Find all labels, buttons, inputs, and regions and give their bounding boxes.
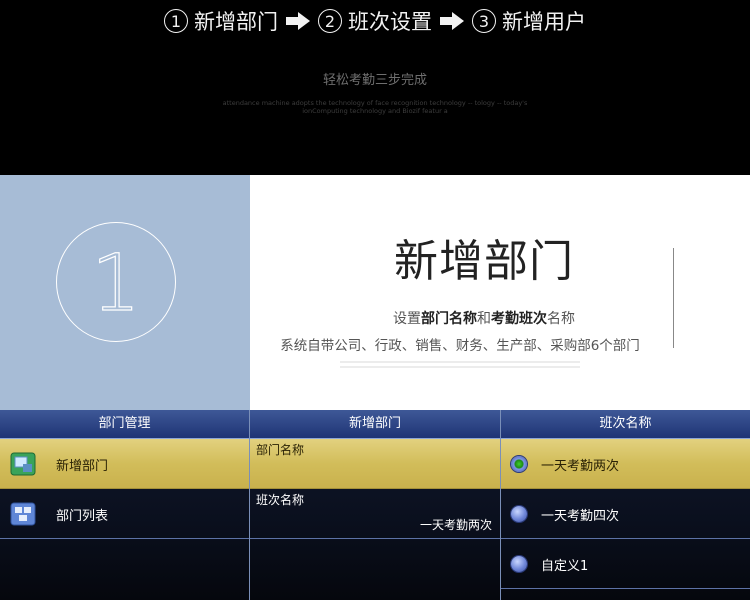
shift-name-panel: 班次名称 一天考勤两次 一天考勤四次 自定义1	[501, 410, 750, 600]
hero-divider	[673, 248, 674, 348]
department-name-field[interactable]: 部门名称	[250, 439, 500, 489]
add-department-panel: 新增部门 部门名称 班次名称 一天考勤两次	[250, 410, 501, 600]
steps-flow: 1 新增部门 2 班次设置 3 新增用户	[0, 6, 750, 36]
radio-selected-icon	[511, 456, 527, 472]
hero-desc-dept-name: 部门名称	[421, 311, 477, 327]
empty-row	[0, 539, 249, 589]
menu-item-label: 部门列表	[56, 509, 109, 524]
menu-item-label: 新增部门	[56, 459, 109, 474]
menu-item-department-list[interactable]: 部门列表	[0, 489, 249, 539]
hero-desc-mid: 和	[477, 311, 491, 327]
menu-item-add-department[interactable]: 新增部门	[0, 439, 249, 489]
department-management-panel: 部门管理 新增部门 部门列表	[0, 410, 250, 600]
shift-option-four-times-daily[interactable]: 一天考勤四次	[501, 489, 750, 539]
step-1: 1 新增部门	[164, 6, 278, 36]
step-number-text: 1	[91, 239, 141, 329]
step-2: 2 班次设置	[318, 6, 432, 36]
hero-text-block: 新增部门 设置部门名称和考勤班次名称 系统自带公司、行政、销售、财务、生产部、采…	[250, 175, 750, 410]
step-3: 3 新增用户	[472, 6, 586, 36]
top-banner: 1 新增部门 2 班次设置 3 新增用户 轻松考勤三步完成 attendance…	[0, 0, 750, 175]
arrow-right-icon	[440, 12, 464, 30]
step-1-number: 1	[164, 9, 188, 33]
add-department-title: 新增部门	[250, 410, 500, 439]
shift-option-label: 自定义1	[541, 559, 589, 574]
empty-row	[250, 539, 500, 589]
hero-desc-post: 名称	[547, 311, 575, 327]
step-2-number: 2	[318, 9, 342, 33]
department-list-icon	[10, 502, 36, 526]
shift-option-twice-daily[interactable]: 一天考勤两次	[501, 439, 750, 489]
step-3-label: 新增用户	[502, 10, 586, 34]
shift-option-custom-1[interactable]: 自定义1	[501, 539, 750, 589]
hero-number-block: 1	[0, 175, 250, 410]
banner-english-line-1: attendance machine adopts the technology…	[222, 99, 528, 107]
hero-description: 设置部门名称和考勤班次名称	[250, 308, 718, 328]
hero-title: 新增部门	[394, 236, 574, 287]
shift-name-value: 一天考勤两次	[419, 518, 492, 532]
radio-unselected-icon	[511, 556, 527, 572]
department-name-label: 部门名称	[256, 443, 305, 457]
step-2-label: 班次设置	[348, 10, 432, 34]
shift-option-label: 一天考勤两次	[541, 459, 620, 474]
hero-faint-text	[340, 361, 580, 373]
banner-english-text: attendance machine adopts the technology…	[0, 99, 750, 115]
hero-desc-pre: 设置	[393, 311, 421, 327]
radio-unselected-icon	[511, 506, 527, 522]
shift-option-label: 一天考勤四次	[541, 509, 620, 524]
banner-english-line-2: ionComputing technology and Biozif featu…	[302, 107, 448, 115]
shift-name-title: 班次名称	[501, 410, 750, 439]
step-1-label: 新增部门	[194, 10, 278, 34]
arrow-right-icon	[286, 12, 310, 30]
shift-name-field[interactable]: 班次名称 一天考勤两次	[250, 489, 500, 539]
step-3-number: 3	[472, 9, 496, 33]
hero-desc-shift-name: 考勤班次	[491, 311, 547, 327]
step-number-graphic: 1	[91, 238, 142, 329]
hero-default-departments: 系统自带公司、行政、销售、财务、生产部、采购部6个部门	[280, 338, 640, 354]
department-management-title: 部门管理	[0, 410, 249, 439]
shift-name-label: 班次名称	[256, 493, 305, 507]
device-screens: 部门管理 新增部门 部门列表 新增部门 部门名称 班次名称 一天考勤两次 班次名…	[0, 410, 750, 600]
banner-subtitle: 轻松考勤三步完成	[322, 73, 427, 88]
add-department-icon	[10, 452, 36, 476]
